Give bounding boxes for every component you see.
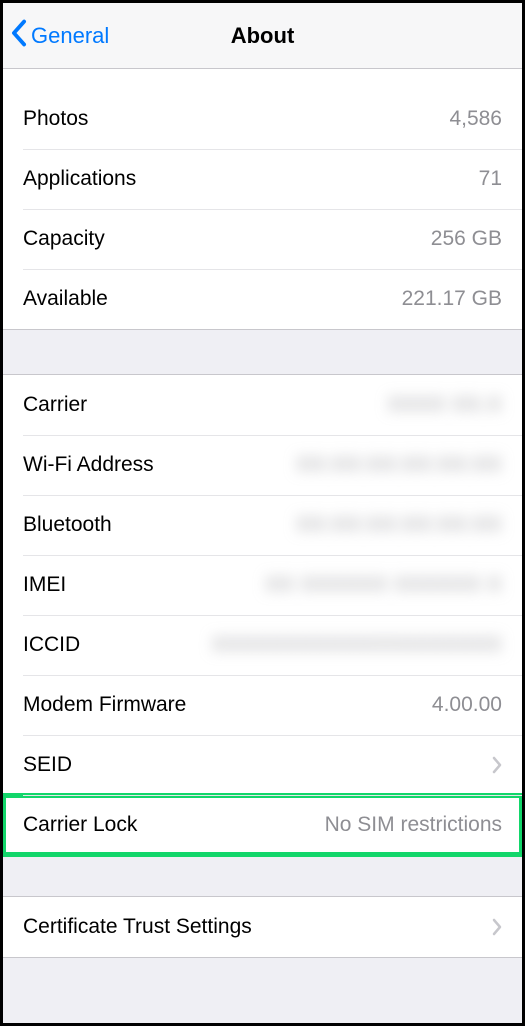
row-iccid: ICCID XXXXXXXXXXXXXXXXXXXX: [3, 615, 522, 675]
row-label: Available: [23, 287, 108, 311]
row-carrier: Carrier XXXX XX.X: [3, 375, 522, 435]
row-imei: IMEI XX XXXXXX XXXXXX X: [3, 555, 522, 615]
row-label: Applications: [23, 167, 136, 191]
nav-bar: General About: [3, 3, 522, 69]
row-value: XX:XX:XX:XX:XX:XX: [296, 453, 502, 477]
chevron-right-icon: [492, 918, 502, 936]
row-label: Carrier Lock: [23, 813, 137, 837]
row-wifi-address: Wi-Fi Address XX:XX:XX:XX:XX:XX: [3, 435, 522, 495]
row-modem-firmware: Modem Firmware 4.00.00: [3, 675, 522, 735]
group-network: Carrier XXXX XX.X Wi-Fi Address XX:XX:XX…: [3, 374, 522, 856]
section-gap: [3, 330, 522, 374]
chevron-left-icon: [11, 19, 31, 53]
row-bluetooth: Bluetooth XX:XX:XX:XX:XX:XX: [3, 495, 522, 555]
row-capacity: Capacity 256 GB: [3, 209, 522, 269]
row-label: SEID: [23, 753, 72, 777]
row-label: Carrier: [23, 393, 87, 417]
row-label: Bluetooth: [23, 513, 112, 537]
row-value: XXXXXXXXXXXXXXXXXXXX: [212, 633, 502, 657]
row-applications: Applications 71: [3, 149, 522, 209]
row-label: Capacity: [23, 227, 105, 251]
row-carrier-lock: Carrier Lock No SIM restrictions: [3, 795, 522, 855]
row-certificate-trust-settings[interactable]: Certificate Trust Settings: [3, 897, 522, 957]
row-value: 4.00.00: [432, 693, 502, 717]
row-label: IMEI: [23, 573, 66, 597]
content: Photos 4,586 Applications 71 Capacity 25…: [3, 69, 522, 958]
row-photos: Photos 4,586: [3, 89, 522, 149]
row-value: 256 GB: [431, 227, 502, 251]
row-label: Photos: [23, 107, 88, 131]
section-gap: [3, 856, 522, 896]
row-value: XX:XX:XX:XX:XX:XX: [296, 513, 502, 537]
row-value: 4,586: [449, 107, 502, 131]
chevron-right-icon: [492, 756, 502, 774]
row-value: XX XXXXXX XXXXXX X: [265, 573, 502, 597]
row-seid[interactable]: SEID: [3, 735, 522, 795]
row-available: Available 221.17 GB: [3, 269, 522, 329]
row-label: Modem Firmware: [23, 693, 186, 717]
row-value: 71: [479, 167, 502, 191]
group-certificates: Certificate Trust Settings: [3, 896, 522, 958]
group-storage: Photos 4,586 Applications 71 Capacity 25…: [3, 69, 522, 330]
row-label: Wi-Fi Address: [23, 453, 154, 477]
row-value: No SIM restrictions: [325, 813, 502, 837]
row-value: 221.17 GB: [402, 287, 502, 311]
back-label: General: [31, 23, 109, 49]
page-title: About: [231, 23, 295, 49]
back-button[interactable]: General: [11, 3, 109, 68]
row-label: Certificate Trust Settings: [23, 915, 252, 939]
row-value: XXXX XX.X: [388, 393, 502, 417]
row-label: ICCID: [23, 633, 80, 657]
about-screen: General About Photos 4,586 Applications …: [0, 0, 525, 1026]
